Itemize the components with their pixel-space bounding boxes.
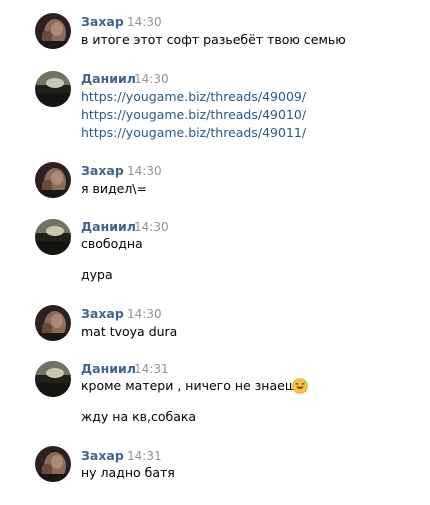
- message-text: mat tvoya dura: [81, 324, 178, 339]
- message-author[interactable]: Даниил: [81, 71, 136, 87]
- message-author[interactable]: Даниил: [81, 361, 136, 377]
- message-author[interactable]: Захар: [81, 14, 124, 30]
- message-text: ну ладно батя: [81, 465, 175, 480]
- message-time: 14:30: [134, 72, 169, 86]
- message-time: 14:30: [127, 164, 162, 178]
- message-time: 14:31: [134, 362, 169, 376]
- avatar-zahar-icon[interactable]: [35, 446, 71, 482]
- message-author[interactable]: Даниил: [81, 219, 136, 235]
- message-time: 14:31: [127, 449, 162, 463]
- message-time: 14:30: [127, 307, 162, 321]
- avatar-zahar-icon[interactable]: [35, 305, 71, 341]
- message-link[interactable]: https://yougame.biz/threads/49011/: [81, 124, 306, 142]
- avatar-daniil-icon[interactable]: [35, 71, 71, 107]
- message-time: 14:30: [127, 15, 162, 29]
- message-link[interactable]: https://yougame.biz/threads/49009/: [81, 88, 306, 106]
- avatar-daniil-icon[interactable]: [35, 361, 71, 397]
- avatar-zahar-icon[interactable]: [35, 162, 71, 198]
- message-text: я видел\=: [81, 181, 147, 196]
- message-link[interactable]: https://yougame.biz/threads/49010/: [81, 106, 306, 124]
- message-author[interactable]: Захар: [81, 163, 124, 179]
- message-text: жду на кв,собака: [81, 409, 197, 424]
- message-text: дура: [81, 267, 113, 282]
- sweat-smile-emoji-icon: [292, 378, 308, 394]
- message-author[interactable]: Захар: [81, 448, 124, 464]
- message-text: в итоге этот софт разьебёт твою семью: [81, 32, 346, 47]
- message-time: 14:30: [134, 220, 169, 234]
- message-text: свободна: [81, 236, 143, 251]
- message-text: кроме матери , ничего не знаешь): [81, 378, 309, 393]
- avatar-zahar-icon[interactable]: [35, 13, 71, 49]
- avatar-daniil-icon[interactable]: [35, 219, 71, 255]
- message-author[interactable]: Захар: [81, 306, 124, 322]
